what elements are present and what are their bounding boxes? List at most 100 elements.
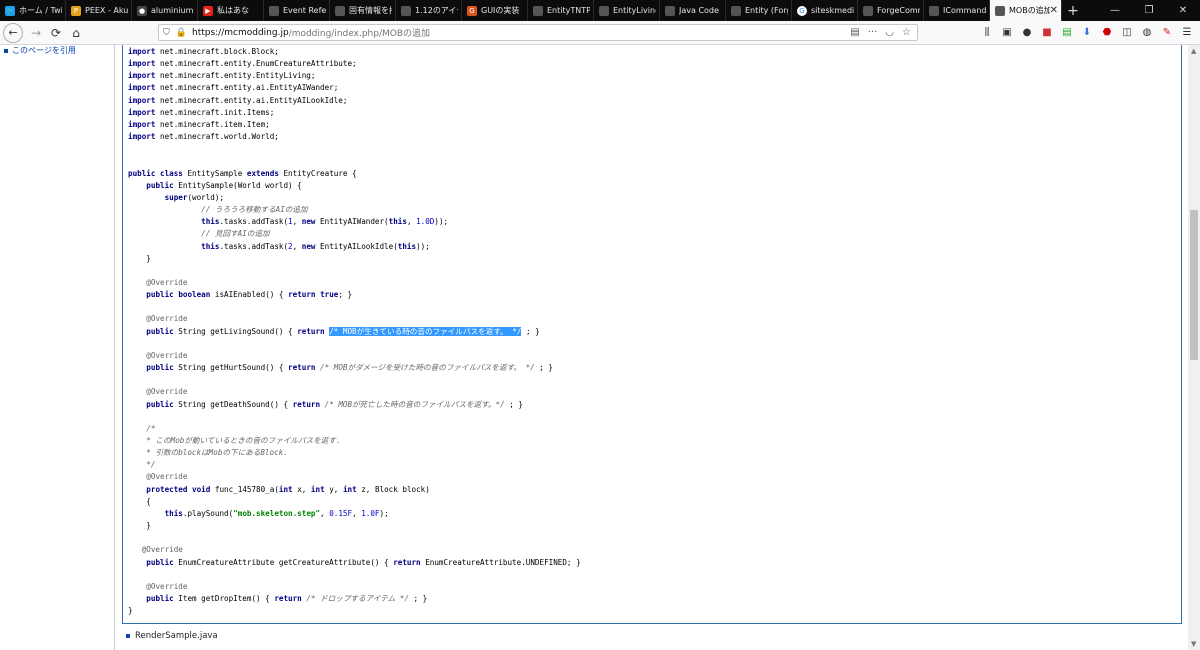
pocket-icon[interactable]: ◡	[885, 27, 894, 38]
code-token: isAIEnabled() {	[210, 290, 289, 300]
extension-gray-icon[interactable]: ◫	[1120, 24, 1134, 40]
extension-green-icon[interactable]: ▤	[1060, 24, 1074, 40]
code-token: public	[146, 180, 174, 190]
code-token: ; }	[521, 326, 540, 336]
tab-15[interactable]: MOBの追加 ✕	[990, 0, 1062, 21]
code-token: x,	[292, 484, 311, 494]
close-window-button[interactable]: ✕	[1166, 0, 1200, 21]
tab-label: GUIの実装	[481, 6, 520, 15]
tab-14[interactable]: ICommand (Forge	[924, 0, 990, 21]
code-token: return	[292, 399, 321, 409]
tab-10[interactable]: Java Code Examples	[660, 0, 726, 21]
adblock-icon[interactable]: ⬣	[1100, 24, 1114, 40]
code-line: import net.minecraft.entity.EntityLiving…	[128, 71, 315, 80]
tab-label: Java Code Examples	[679, 6, 722, 15]
close-tab-icon[interactable]: ✕	[1050, 5, 1058, 16]
tab-9[interactable]: EntityLivingBase	[594, 0, 660, 21]
code-token: {	[128, 496, 151, 506]
tab-8[interactable]: EntityTNTPrimed	[528, 0, 594, 21]
file-list-item[interactable]: RenderSample.java	[126, 631, 218, 641]
code-token: boolean	[178, 290, 211, 300]
code-token: net.minecraft.entity.ai.EntityAILookIdle…	[155, 95, 348, 105]
tab-4[interactable]: Event Reference	[264, 0, 330, 21]
tab-12[interactable]: Gsiteskmedia	[792, 0, 858, 21]
code-token: int	[310, 484, 325, 494]
library-icon[interactable]: ⫼	[980, 24, 994, 40]
code-token: ,	[292, 241, 302, 251]
code-token: ; }	[338, 290, 353, 300]
code-line: import net.minecraft.entity.ai.EntityAIL…	[128, 96, 347, 105]
tab-3[interactable]: ▶ 私はあな	[198, 0, 264, 21]
code-token: import	[128, 119, 156, 129]
code-line: }	[128, 254, 151, 263]
account-icon[interactable]: ●	[1020, 24, 1034, 40]
sidebar-icon[interactable]: ▣	[1000, 24, 1014, 40]
code-token: ,	[292, 217, 302, 227]
code-line: this.playSound("mob.skeleton.step", 0.15…	[128, 509, 389, 518]
code-line: import net.minecraft.init.Items;	[128, 108, 274, 117]
scroll-up-icon[interactable]: ▲	[1191, 47, 1196, 55]
extension-pen-icon[interactable]: ✎	[1160, 24, 1174, 40]
forward-button[interactable]: →	[26, 23, 46, 43]
scroll-thumb[interactable]	[1190, 210, 1198, 360]
tab-7[interactable]: G GUIの実装	[462, 0, 528, 21]
code-token: true	[320, 290, 339, 300]
tab-13[interactable]: ForgeCommand	[858, 0, 924, 21]
code-token: /* MOBが死亡した時の音のファイルパスを返す。*/	[324, 399, 505, 409]
code-line: public EnumCreatureAttribute getCreature…	[128, 558, 580, 567]
minimize-button[interactable]: —	[1098, 0, 1132, 21]
code-line: import net.minecraft.block.Block;	[128, 47, 279, 56]
code-token: public	[128, 168, 156, 178]
shield-icon[interactable]: ⛉	[163, 28, 170, 38]
scroll-down-icon[interactable]: ▼	[1191, 640, 1196, 648]
lock-icon[interactable]: 🔒	[176, 28, 187, 38]
code-line: * このMobが動いているときの音のファイルパスを返す.	[128, 436, 340, 445]
download-icon[interactable]: ⬇	[1080, 24, 1094, 40]
code-line: public String getHurtSound() { return /*…	[128, 363, 553, 372]
code-line: import net.minecraft.entity.EnumCreature…	[128, 59, 357, 68]
new-tab-button[interactable]: +	[1062, 0, 1084, 21]
code-token: protected	[146, 484, 188, 494]
code-token: public	[146, 594, 174, 604]
back-button[interactable]: ←	[3, 22, 23, 43]
code-line: this.tasks.addTask(1, new EntityAIWander…	[128, 217, 448, 226]
vertical-scrollbar[interactable]: ▲ ▼	[1188, 45, 1200, 650]
url-path: /modding/index.php/MOBの追加	[288, 29, 431, 39]
reload-button[interactable]: ⟳	[46, 23, 66, 43]
maximize-button[interactable]: ❐	[1132, 0, 1166, 21]
extension-red-icon[interactable]: ■	[1040, 24, 1054, 40]
code-token: import	[128, 95, 156, 105]
code-token: @Override	[146, 350, 188, 360]
tab-6[interactable]: 1.12のアイテム追加	[396, 0, 462, 21]
github-icon: ●	[137, 5, 147, 16]
tab-1[interactable]: P PEEX - Akuma	[66, 0, 132, 21]
tab-11[interactable]: Entity (Forge API)	[726, 0, 792, 21]
tab-0[interactable]: 🐦 ホーム / Twitter	[0, 0, 66, 21]
code-line: public boolean isAIEnabled() { return tr…	[128, 290, 352, 299]
code-token: import	[128, 59, 156, 69]
code-token: EntitySample(World world) {	[173, 180, 302, 190]
bookmark-star-icon[interactable]: ☆	[902, 27, 911, 38]
code-line: * 引数のblockはMobの下にあるBlock.	[128, 448, 288, 457]
code-block: import net.minecraft.block.Block; import…	[122, 45, 1182, 624]
extension-globe-icon[interactable]: ◍	[1140, 24, 1154, 40]
code-token: 0.15F	[329, 508, 353, 518]
reader-view-icon[interactable]: ▤	[850, 27, 859, 38]
tab-2[interactable]: ● aluminium	[132, 0, 198, 21]
url-bar[interactable]: ⛉ 🔒 https://mcmodding.jp/modding/index.p…	[158, 24, 918, 41]
sidebar-link-cite[interactable]: このページを引用	[4, 45, 76, 56]
tab-5[interactable]: 固有情報を持つ	[330, 0, 396, 21]
home-button[interactable]: ⌂	[66, 23, 86, 43]
code-token: // うろうろ移動するAIの追加	[201, 205, 308, 215]
code-line: @Override	[128, 472, 187, 481]
menu-icon[interactable]: ☰	[1180, 24, 1194, 40]
page-icon	[731, 5, 741, 16]
page-actions-button[interactable]: ···	[868, 27, 878, 38]
page-icon	[401, 5, 411, 16]
tab-label: EntityTNTPrimed	[547, 6, 590, 15]
